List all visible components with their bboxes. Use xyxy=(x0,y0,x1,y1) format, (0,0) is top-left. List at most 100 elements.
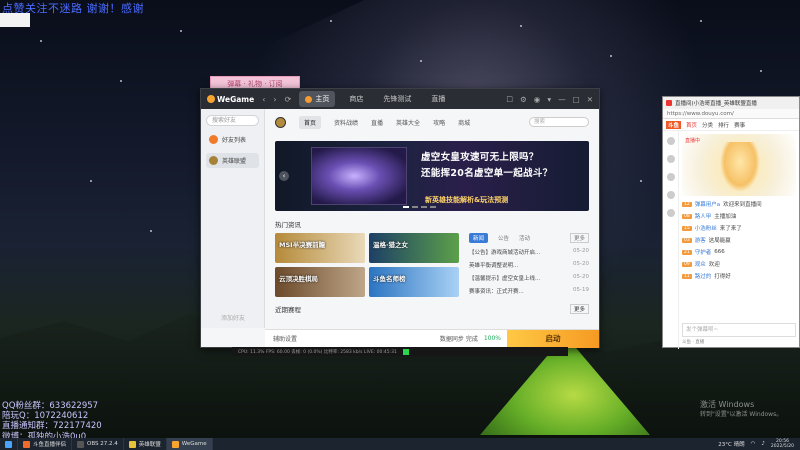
nickname[interactable]: 弹幕用户a xyxy=(695,200,720,208)
windows-activation-watermark: 激活 Windows 转到"设置"以激活 Windows。 xyxy=(700,400,782,420)
level-badge: 12 xyxy=(682,201,692,207)
recent-schedule: 近期赛程 更多 xyxy=(275,304,589,314)
assist-settings-link[interactable]: 辅助设置 xyxy=(273,334,297,343)
tab-live[interactable]: 直播 xyxy=(425,91,451,107)
card-label: MSI半决赛前瞻 xyxy=(279,241,326,249)
obs-icon xyxy=(77,440,85,448)
nav-category[interactable]: 分类 xyxy=(702,121,713,129)
wegame-window: WeGame ‹ › ⟳ 主页 商店 先锋测试 直播 ☐ ⚙ ◉ ▾ — □ ✕… xyxy=(200,88,600,348)
tab-pioneer-test[interactable]: 先锋测试 xyxy=(377,91,417,107)
subnav-heroes[interactable]: 英雄大全 xyxy=(396,118,420,127)
pager-dot[interactable] xyxy=(430,206,436,208)
subnav-mall[interactable]: 商城 xyxy=(458,118,470,127)
start-game-button[interactable]: 启动 xyxy=(507,329,599,348)
side-icon[interactable] xyxy=(666,209,675,217)
live-player[interactable]: 直播中 xyxy=(682,134,796,196)
level-badge: 15 xyxy=(682,225,692,231)
taskbar-item-douyu[interactable]: 斗鱼直播伴侣 xyxy=(18,438,73,450)
recent-title: 近期赛程 xyxy=(275,306,301,314)
clock[interactable]: 20:56 2022/5/20 xyxy=(771,439,794,450)
banner-prev-button[interactable]: ‹ xyxy=(279,171,289,181)
menu-icon[interactable]: ▾ xyxy=(547,95,551,104)
browser-tab[interactable]: 直播间(小浩哥直播_英雄联盟直播 xyxy=(663,97,799,109)
news-item[interactable]: 赛事资讯：正式开赛... 05-19 xyxy=(469,287,589,295)
side-icon[interactable] xyxy=(666,155,675,163)
chat-message: 21 守护者 666 xyxy=(682,248,796,256)
minimize-button[interactable]: — xyxy=(558,95,566,104)
news-item[interactable]: 【公告】游戏商城活动开启... 05-20 xyxy=(469,248,589,256)
message-text: 这局能赢 xyxy=(708,238,731,244)
side-icon[interactable] xyxy=(666,137,675,145)
nav-events[interactable]: 赛事 xyxy=(734,121,745,129)
nickname[interactable]: 守护者 xyxy=(695,248,712,256)
news-card[interactable]: 斗鱼名师榜 xyxy=(369,267,459,297)
tab-title: 直播间(小浩哥直播_英雄联盟直播 xyxy=(675,101,757,107)
nav-home[interactable]: 首页 xyxy=(686,121,697,129)
news-tab[interactable]: 活动 xyxy=(519,234,530,242)
news-card[interactable]: MSI半决赛前瞻 xyxy=(275,233,365,263)
pager-dot[interactable] xyxy=(412,206,418,208)
promo-banner[interactable]: ‹ 虚空女皇攻速可无上限吗？ 还能挥20名虚空单一起战斗？ 新英雄技能解析&玩法… xyxy=(275,141,589,211)
game-search-input[interactable]: 搜索 xyxy=(529,117,589,127)
forward-button[interactable]: › xyxy=(273,95,276,104)
weather-text[interactable]: 23°C 晴朗 xyxy=(718,440,744,448)
address-bar[interactable]: https://www.douyu.com/ xyxy=(663,109,799,119)
nickname[interactable]: 小浩粉丝 xyxy=(695,224,717,232)
avatar-icon[interactable]: ◉ xyxy=(534,95,541,104)
danmaku-input[interactable]: 发个弹幕呗~ xyxy=(682,323,796,337)
settings-icon[interactable]: ⚙ xyxy=(520,95,527,104)
news-card[interactable]: 云顶决胜棋局 xyxy=(275,267,365,297)
news-card[interactable]: 温格·猎之女 xyxy=(369,233,459,263)
back-button[interactable]: ‹ xyxy=(262,95,265,104)
nickname[interactable]: 观众 xyxy=(695,260,706,268)
network-icon[interactable]: ◠ xyxy=(751,441,756,447)
stream-overlay-contacts: QQ粉丝群：633622957 陪玩Q：1072240612 直播通知群：722… xyxy=(2,401,102,442)
add-friend-link[interactable]: 添加好友 xyxy=(201,313,265,322)
nav-rank[interactable]: 排行 xyxy=(718,121,729,129)
activate-title: 激活 Windows xyxy=(700,400,755,409)
subnav-guides[interactable]: 攻略 xyxy=(433,118,445,127)
refresh-button[interactable]: ⟳ xyxy=(285,95,292,104)
start-button[interactable] xyxy=(0,438,18,450)
subnav-live[interactable]: 直播 xyxy=(371,118,383,127)
news-tab[interactable]: 公告 xyxy=(498,234,509,242)
card-label: 温格·猎之女 xyxy=(373,241,408,249)
activate-sub: 转到"设置"以激活 Windows。 xyxy=(700,411,783,418)
taskbar-item-obs[interactable]: OBS 27.2.4 xyxy=(72,438,124,450)
wegame-icon xyxy=(171,440,179,448)
nickname[interactable]: 游客 xyxy=(695,236,706,244)
pager-dot[interactable] xyxy=(403,206,409,208)
douyu-logo[interactable]: 斗鱼 xyxy=(666,120,682,129)
chat-message: 15 小浩粉丝 来了来了 xyxy=(682,224,796,232)
news-item[interactable]: 【温馨提示】虚空女皇上线... 05-20 xyxy=(469,274,589,282)
subnav-record[interactable]: 资料战绩 xyxy=(334,118,358,127)
taskbar-item-wegame[interactable]: WeGame xyxy=(166,438,213,450)
nickname[interactable]: 路过的 xyxy=(695,272,712,280)
maximize-button[interactable]: □ xyxy=(573,95,580,104)
banner-subtitle: 新英雄技能解析&玩法预测 xyxy=(425,196,509,204)
pager-dot[interactable] xyxy=(421,206,427,208)
side-icon[interactable] xyxy=(666,173,675,181)
friend-search-input[interactable]: 搜索好友 xyxy=(206,115,259,126)
news-tab[interactable]: 新闻 xyxy=(469,233,489,243)
wegame-logo-icon xyxy=(207,95,215,103)
level-badge: 08 xyxy=(682,213,692,219)
gift-icon[interactable]: ☐ xyxy=(506,95,513,104)
subnav-home[interactable]: 首页 xyxy=(299,115,322,129)
lol-icon xyxy=(209,156,218,165)
taskbar-item-lol[interactable]: 英雄联盟 xyxy=(124,438,167,450)
close-button[interactable]: ✕ xyxy=(587,95,593,104)
sync-status: 数据同步 完成 xyxy=(439,336,478,343)
volume-icon[interactable]: ♪ xyxy=(761,441,765,447)
level-badge: 11 xyxy=(682,273,692,279)
nickname[interactable]: 路人甲 xyxy=(695,212,712,220)
sidebar-item-label: 好友列表 xyxy=(222,137,247,144)
sidebar-item-lol[interactable]: 英雄联盟 xyxy=(206,153,259,168)
sidebar-item-friends[interactable]: 好友列表 xyxy=(206,132,259,147)
news-item[interactable]: 英雄平衡调整说明... 05-20 xyxy=(469,261,589,269)
tab-home[interactable]: 主页 xyxy=(299,91,336,107)
side-icon[interactable] xyxy=(666,191,675,199)
news-more-button[interactable]: 更多 xyxy=(569,233,589,243)
tab-store[interactable]: 商店 xyxy=(343,91,369,107)
recent-more-button[interactable]: 更多 xyxy=(569,304,589,314)
